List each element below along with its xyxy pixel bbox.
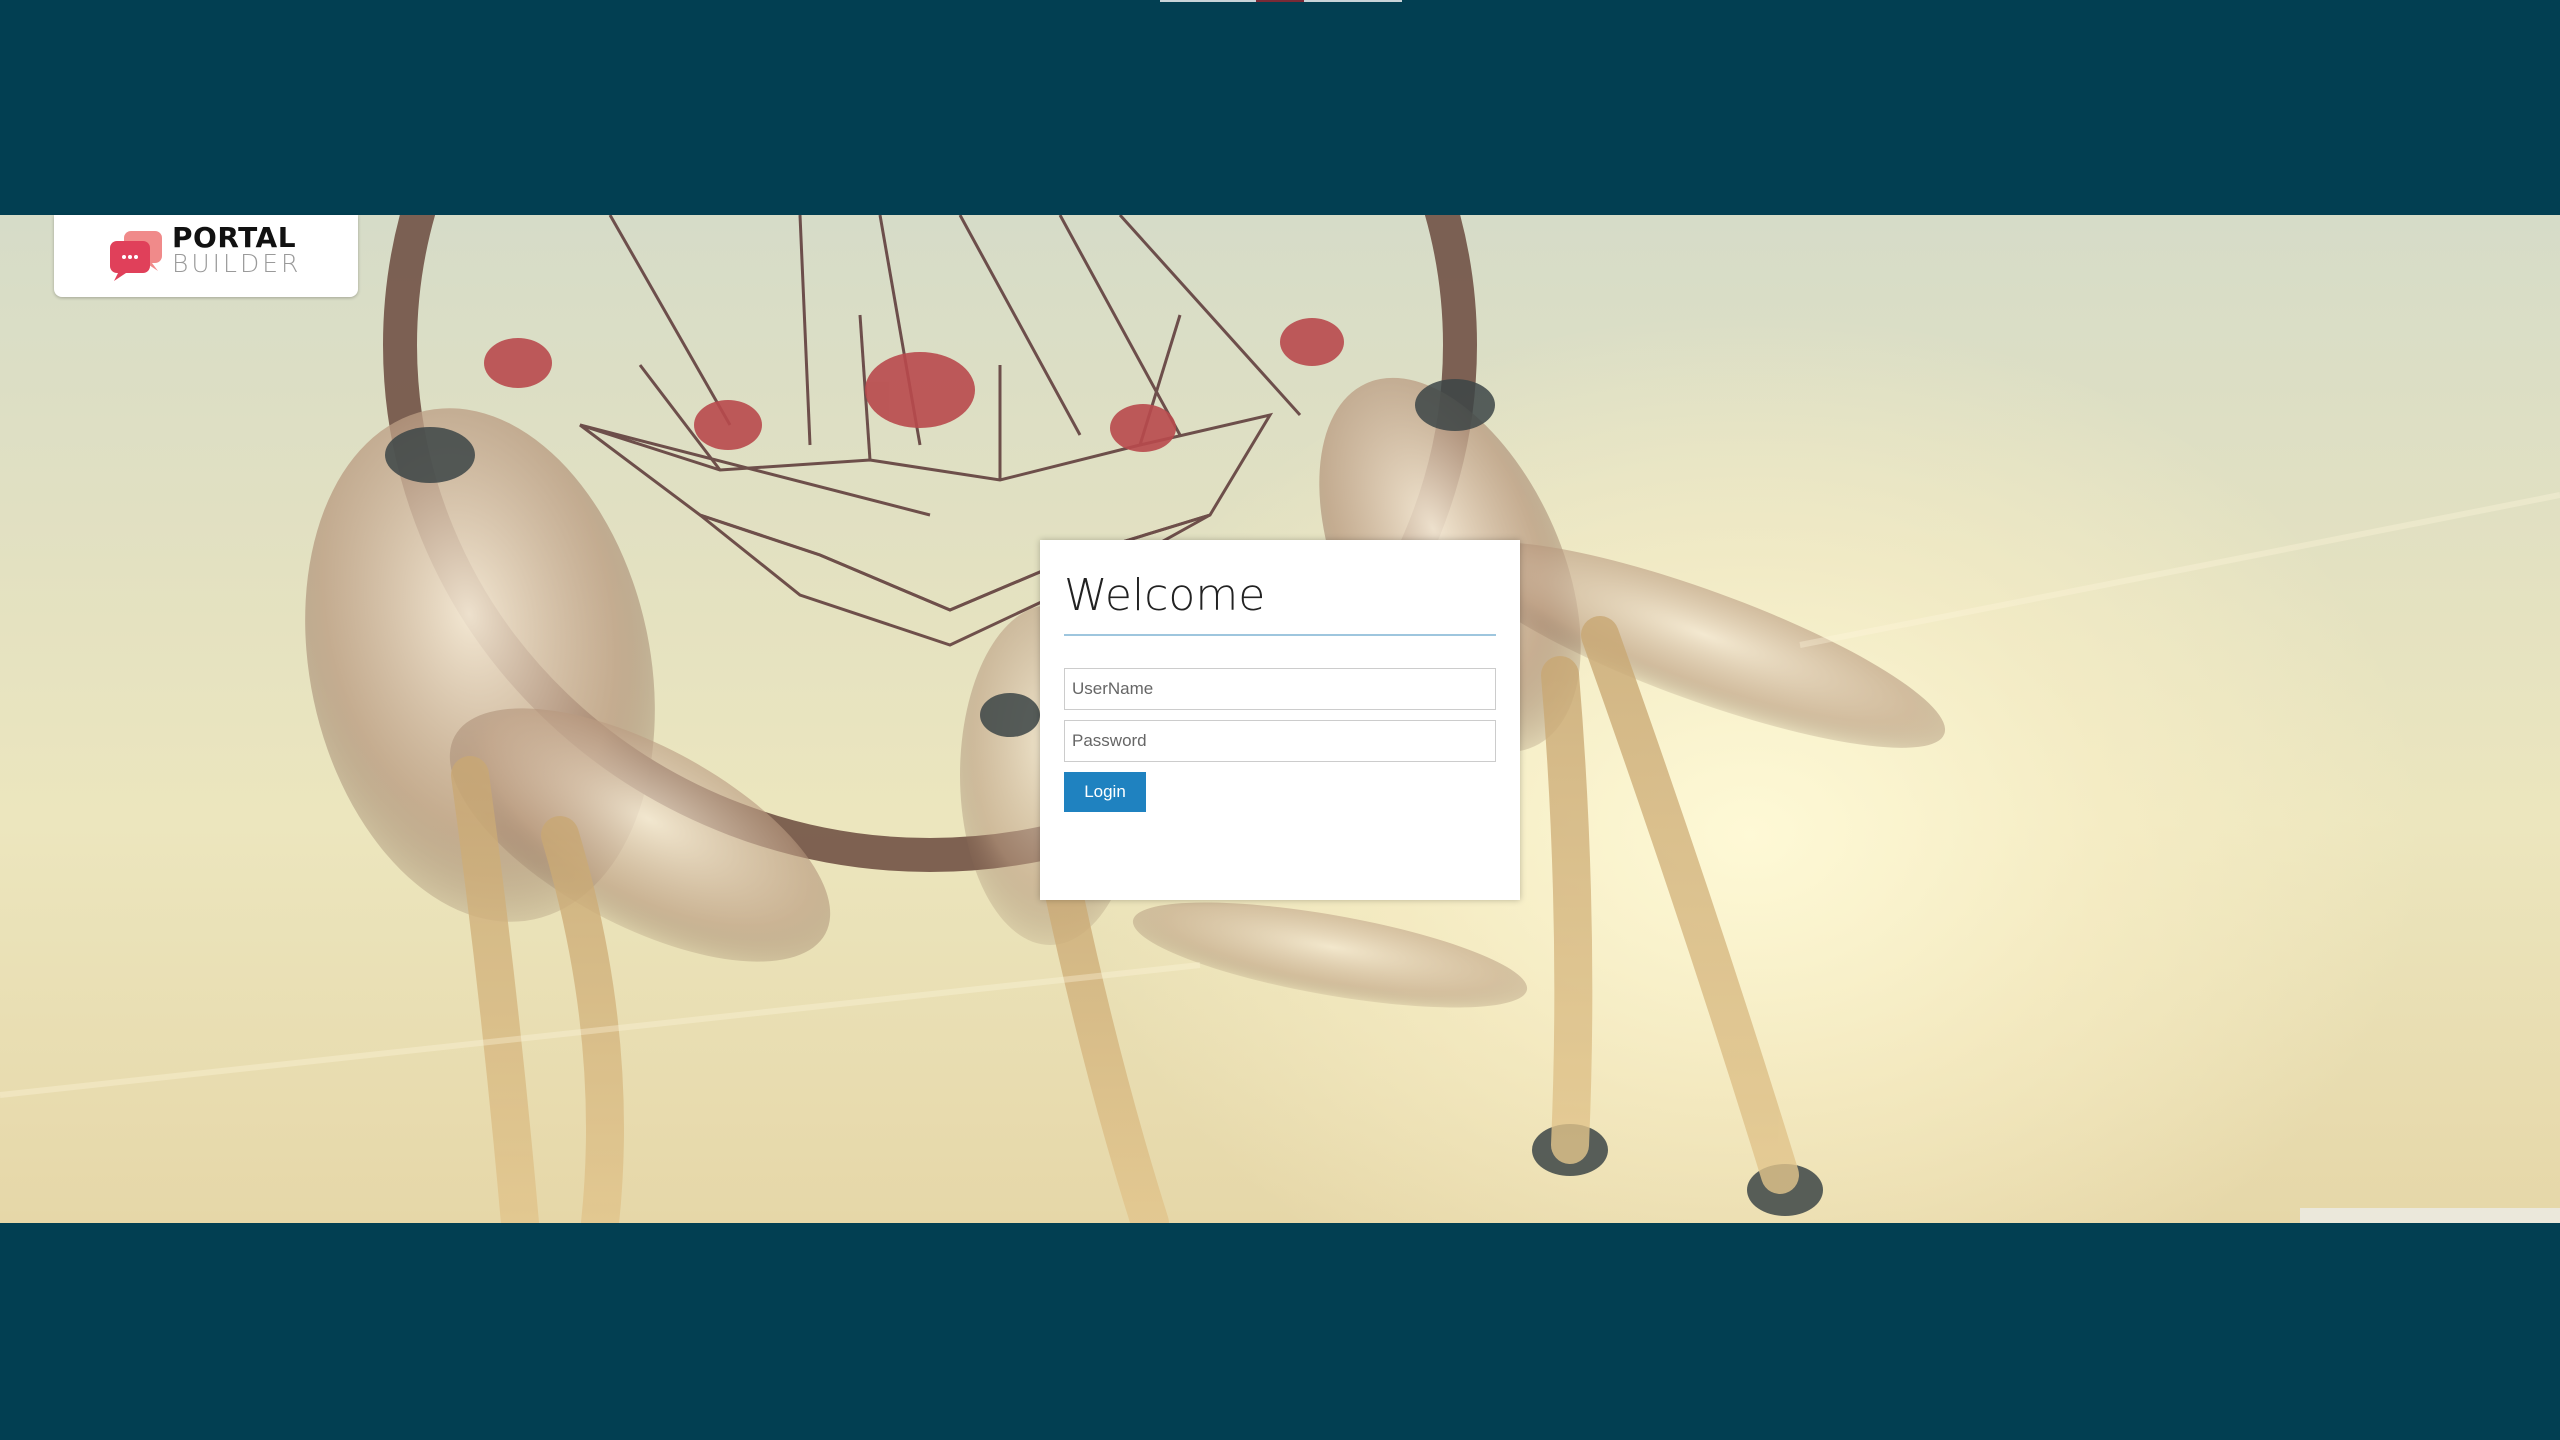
chat-bubbles-icon <box>110 231 162 281</box>
corner-tab <box>2300 1208 2560 1223</box>
brand-logo[interactable]: PORTAL BUILDER <box>54 215 358 297</box>
username-input[interactable] <box>1064 668 1496 710</box>
password-input[interactable] <box>1064 720 1496 762</box>
login-card: Welcome Login <box>1040 540 1520 900</box>
title-divider <box>1064 634 1496 636</box>
logo-line-builder: BUILDER <box>172 249 302 278</box>
welcome-title: Welcome <box>1064 570 1266 621</box>
logo-line-portal: PORTAL <box>172 221 297 254</box>
login-page: PORTAL BUILDER Welcome Login <box>0 0 2560 1440</box>
login-button[interactable]: Login <box>1064 772 1146 812</box>
top-indicator-strip <box>1160 0 1402 2</box>
logo-wordmark: PORTAL BUILDER <box>172 221 302 278</box>
